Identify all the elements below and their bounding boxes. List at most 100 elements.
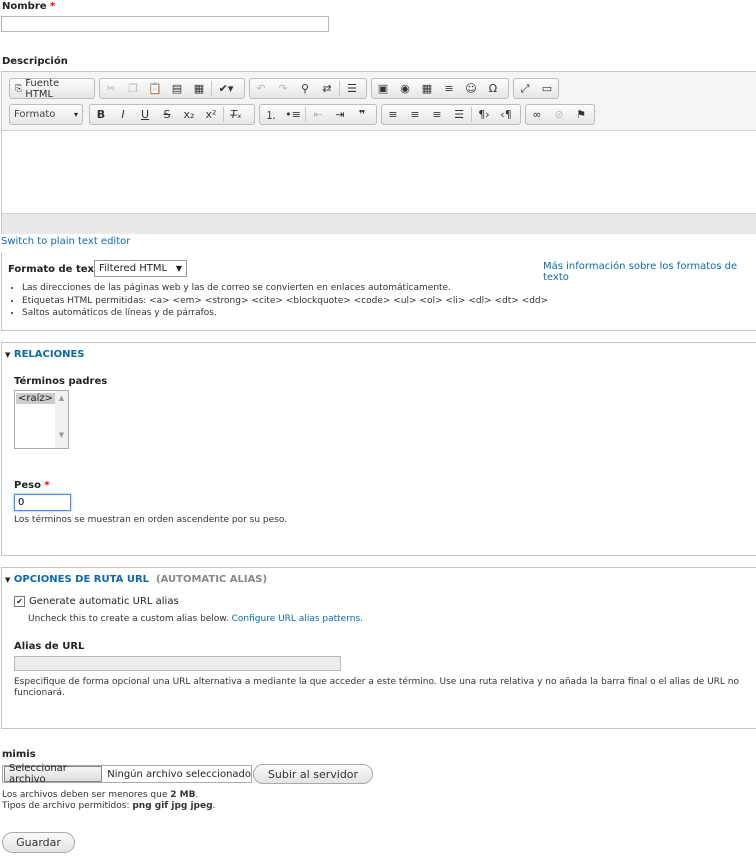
upload-button[interactable]: Subir al servidor — [253, 764, 373, 784]
align-center-icon[interactable]: ≡ — [404, 105, 426, 124]
name-input[interactable] — [1, 16, 329, 32]
url-alias-description: Especifique de forma opcional una URL al… — [14, 677, 739, 699]
strike-icon[interactable]: S — [156, 105, 178, 124]
parent-option-root[interactable]: <raíz> — [16, 393, 56, 404]
bold-icon[interactable]: B — [90, 105, 112, 124]
url-alias-input[interactable] — [14, 656, 341, 671]
blockquote-icon[interactable]: ❞ — [351, 105, 373, 124]
align-group: ≡ ≡ ≡ ☰ ¶› ‹¶ — [381, 104, 521, 125]
underline-icon[interactable]: U — [134, 105, 156, 124]
upload-label: mimis — [2, 749, 36, 760]
relations-legend[interactable]: ▼ RELACIONES — [5, 349, 84, 360]
editor-content-area[interactable] — [2, 131, 756, 214]
parent-terms-label: Términos padres — [14, 376, 108, 387]
align-right-icon[interactable]: ≡ — [426, 105, 448, 124]
source-button[interactable]: ⎘ Fuente HTML — [10, 78, 94, 100]
image-icon[interactable]: ▣ — [372, 79, 394, 98]
clipboard-group: ✂ ❐ 📋 ▤ ▦ ✔▾ — [99, 78, 245, 99]
format-dropdown-label: Formato — [14, 109, 56, 120]
cut-icon[interactable]: ✂ — [100, 79, 122, 98]
maximize-icon[interactable]: ⤢ — [514, 79, 536, 98]
paste-word-icon[interactable]: ▦ — [188, 79, 210, 98]
numbered-list-icon[interactable]: ⒈ — [260, 105, 282, 124]
scroll-down-icon[interactable]: ▼ — [55, 431, 68, 439]
copy-icon[interactable]: ❐ — [122, 79, 144, 98]
remove-format-icon[interactable]: T̶ₓ — [225, 105, 247, 124]
scroll-up-icon[interactable]: ▲ — [55, 394, 68, 402]
text-format-selected: Filtered HTML — [99, 263, 168, 274]
undo-group: ↶ ↷ ⚲ ⇄ ☰ — [249, 78, 367, 99]
parent-terms-listbox[interactable]: <raíz> ▲ ▼ — [14, 390, 69, 449]
name-label-text: Nombre — [2, 1, 47, 12]
spellcheck-icon[interactable]: ✔▾ — [213, 79, 239, 98]
triangle-down-icon: ▼ — [175, 264, 182, 273]
replace-icon[interactable]: ⇄ — [316, 79, 338, 98]
horizontal-rule-icon[interactable]: ≡ — [438, 79, 460, 98]
url-alias-description-line: Especifique de forma opcional una URL al… — [14, 677, 740, 687]
superscript-icon[interactable]: x² — [200, 105, 222, 124]
justify-icon[interactable]: ☰ — [448, 105, 470, 124]
collapse-triangle-icon: ▼ — [5, 576, 11, 584]
editor-statusbar — [2, 214, 756, 234]
collapse-triangle-icon: ▼ — [5, 351, 11, 359]
file-picker[interactable]: Seleccionar archivo Ningún archivo selec… — [2, 763, 252, 785]
ltr-icon[interactable]: ¶› — [473, 105, 495, 124]
switch-plain-text-link[interactable]: Switch to plain text editor — [1, 236, 130, 247]
url-alias-description-line: funcionará. — [14, 688, 65, 698]
source-icon: ⎘ — [15, 83, 23, 94]
save-button[interactable]: Guardar — [2, 832, 75, 853]
more-info-formats-link[interactable]: Más información sobre los formatos de te… — [543, 261, 756, 283]
format-tip: Saltos automáticos de líneas y de párraf… — [22, 307, 548, 320]
toolbar-separator — [305, 107, 306, 122]
paste-icon[interactable]: 📋 — [144, 79, 166, 98]
listbox-scrollbar[interactable]: ▲ ▼ — [55, 391, 68, 448]
chevron-down-icon: ▾ — [73, 110, 78, 119]
description-label: Descripción — [2, 56, 68, 67]
basic-styles-group: B I U S x₂ x² T̶ₓ — [89, 104, 255, 125]
format-tip: Las direcciones de las páginas web y las… — [22, 282, 548, 295]
subscript-icon[interactable]: x₂ — [178, 105, 200, 124]
paste-text-icon[interactable]: ▤ — [166, 79, 188, 98]
required-mark: * — [50, 1, 56, 12]
toolbar-separator — [211, 81, 212, 96]
select-all-icon[interactable]: ☰ — [341, 79, 363, 98]
undo-icon[interactable]: ↶ — [250, 79, 272, 98]
italic-icon[interactable]: I — [112, 105, 134, 124]
rich-text-editor: ⎘ Fuente HTML ✂ ❐ 📋 ▤ ▦ ✔▾ ↶ ↷ ⚲ ⇄ ☰ ▣ ◉ … — [1, 71, 756, 234]
indent-icon[interactable]: ⇥ — [329, 105, 351, 124]
upload-size-suffix: . — [195, 790, 199, 800]
format-dropdown[interactable]: Formato ▾ — [9, 104, 83, 125]
format-tip: Etiquetas HTML permitidas: <a> <em> <str… — [22, 295, 548, 308]
unlink-icon[interactable]: ⊘ — [548, 105, 570, 124]
configure-alias-patterns-link[interactable]: Configure URL alias patterns. — [232, 614, 363, 624]
auto-alias-checkbox[interactable]: ✔ — [14, 596, 25, 607]
url-options-legend-sub: (AUTOMATIC ALIAS) — [156, 574, 268, 585]
url-options-legend-text: OPCIONES DE RUTA URL — [13, 574, 150, 585]
table-icon[interactable]: ▦ — [416, 79, 438, 98]
rtl-icon[interactable]: ‹¶ — [495, 105, 517, 124]
redo-icon[interactable]: ↷ — [272, 79, 294, 98]
special-char-icon[interactable]: Ω — [482, 79, 504, 98]
weight-input[interactable] — [14, 494, 71, 511]
choose-file-button[interactable]: Seleccionar archivo — [4, 763, 103, 785]
link-icon[interactable]: ∞ — [526, 105, 548, 124]
find-icon[interactable]: ⚲ — [294, 79, 316, 98]
align-left-icon[interactable]: ≡ — [382, 105, 404, 124]
format-tips-list: Las direcciones de las páginas web y las… — [8, 282, 548, 320]
weight-label: Peso * — [14, 480, 50, 491]
flash-icon[interactable]: ◉ — [394, 79, 416, 98]
upload-types-line: Tipos de archivo permitidos: png gif jpg… — [2, 801, 215, 812]
auto-alias-hint: Uncheck this to create a custom alias be… — [28, 614, 363, 624]
outdent-icon[interactable]: ⇤ — [307, 105, 329, 124]
anchor-flag-icon[interactable]: ⚑ — [570, 105, 592, 124]
toolbar-separator — [339, 81, 340, 96]
text-format-select[interactable]: Filtered HTML ▼ — [94, 260, 187, 277]
source-button-label: Fuente HTML — [25, 77, 60, 100]
upload-description: Los archivos deben ser menores que 2 MB.… — [2, 790, 215, 812]
weight-description: Los términos se muestran en orden ascend… — [14, 515, 288, 525]
url-options-legend[interactable]: ▼ OPCIONES DE RUTA URL (AUTOMATIC ALIAS) — [5, 574, 267, 585]
bulleted-list-icon[interactable]: •≡ — [282, 105, 304, 124]
show-blocks-icon[interactable]: ▭ — [536, 79, 558, 98]
smiley-icon[interactable]: ☺ — [460, 79, 482, 98]
auto-alias-checkbox-row: ✔ Generate automatic URL alias — [14, 596, 179, 607]
